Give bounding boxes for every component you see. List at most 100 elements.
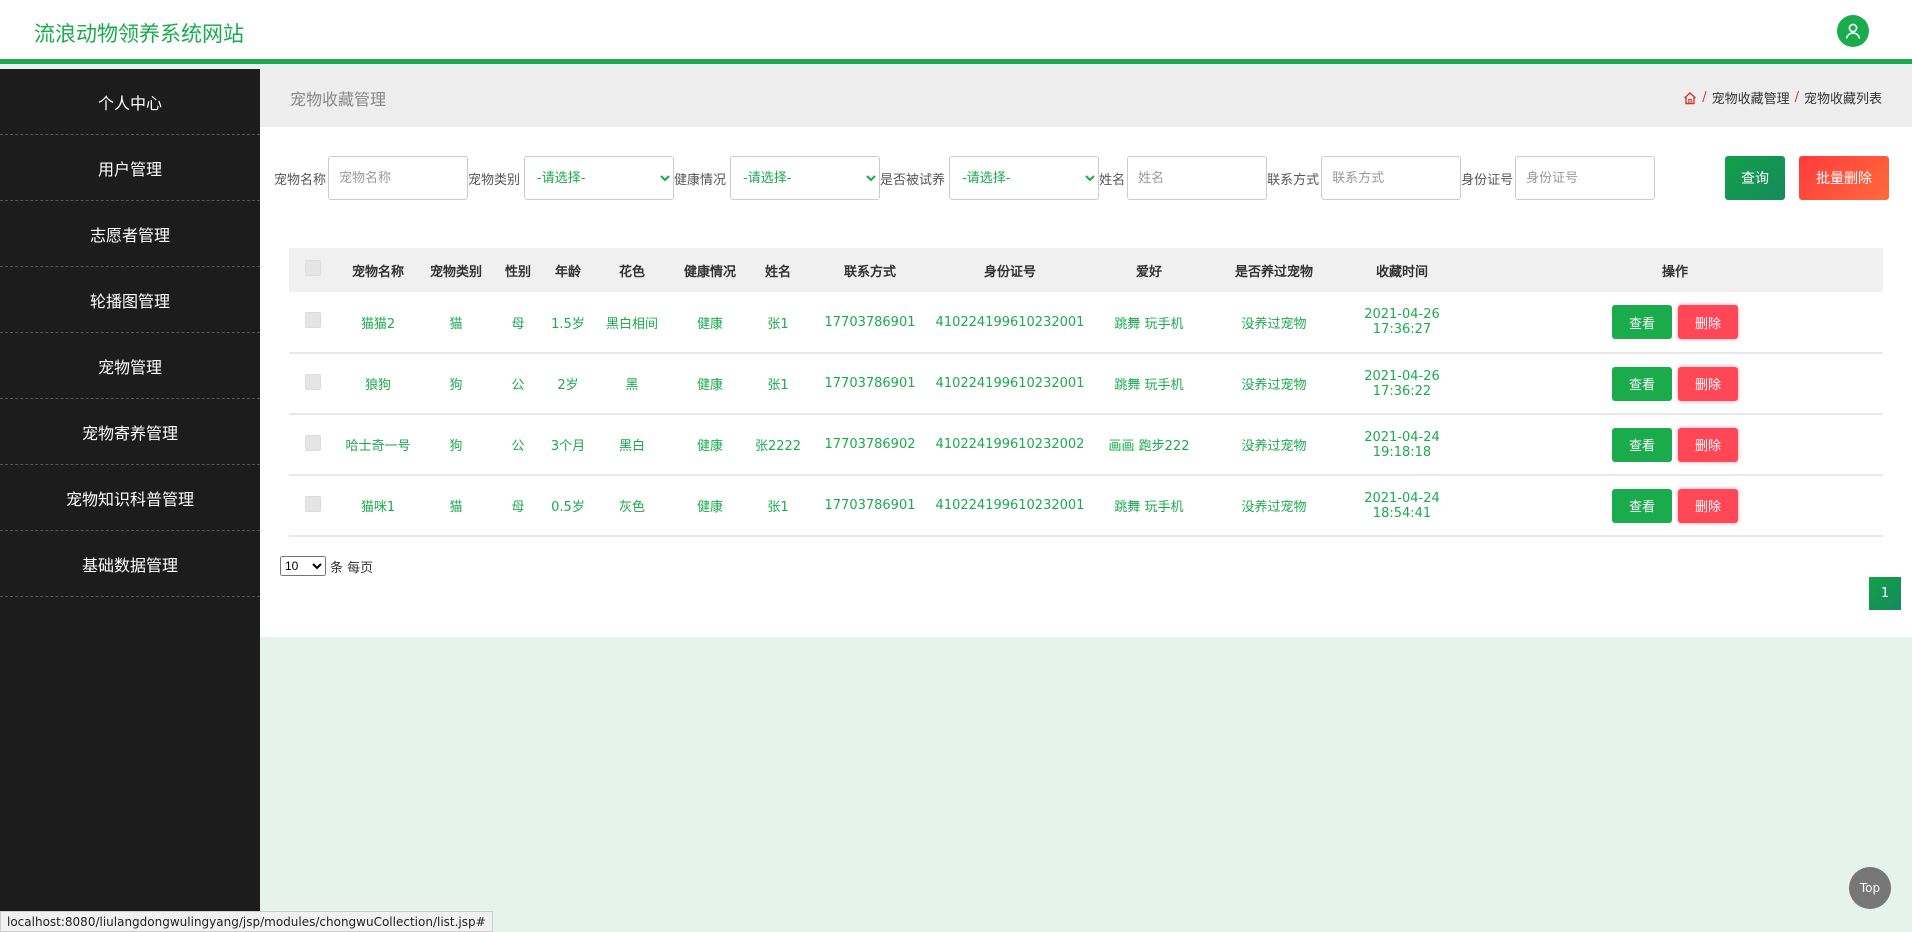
- cell-contact: 17703786901: [824, 376, 916, 391]
- delete-button[interactable]: 删除: [1678, 427, 1738, 462]
- id-number-label: 身份证号: [1461, 172, 1514, 188]
- column-header: 爱好: [1135, 264, 1162, 280]
- column-header: 宠物名称: [351, 264, 404, 280]
- cell-pet-experience: 没养过宠物: [1241, 378, 1307, 393]
- row-checkbox[interactable]: [305, 312, 321, 328]
- cell-gender: 公: [511, 439, 525, 454]
- cell-actions: 查看 删除: [1467, 475, 1883, 536]
- cell-color: 黑白相间: [605, 316, 658, 332]
- trial-select[interactable]: -请选择-: [949, 156, 1100, 200]
- cell-actions: 查看 删除: [1467, 414, 1883, 475]
- view-button[interactable]: 查看: [1612, 488, 1672, 523]
- sidebar-item-volunteer-management[interactable]: 志愿者管理: [0, 201, 260, 267]
- column-header: 联系方式: [843, 264, 896, 280]
- view-button[interactable]: 查看: [1612, 305, 1672, 339]
- page-title: 宠物收藏管理: [290, 90, 387, 109]
- user-avatar[interactable]: [1837, 15, 1869, 47]
- cell-gender: 母: [511, 316, 525, 332]
- pet-type-select[interactable]: -请选择-: [524, 156, 675, 200]
- cell-age: 2岁: [557, 378, 579, 393]
- home-icon[interactable]: [1683, 91, 1697, 105]
- sidebar-item-carousel-management[interactable]: 轮播图管理: [0, 267, 260, 333]
- cell-color: 黑: [625, 378, 639, 393]
- collection-table: 宠物名称 宠物类别 性别 年龄 花色 健康情况 姓名 联系方式 身份证号 爱好 …: [289, 248, 1883, 537]
- column-header: 宠物类别: [429, 264, 482, 280]
- table-row: 哈士奇一号 狗 公 3个月 黑白 健康 张2222 17703786902 41…: [289, 414, 1883, 475]
- cell-id-number: 410224199610232001: [935, 314, 1085, 330]
- cell-pet-experience: 没养过宠物: [1241, 439, 1307, 454]
- cell-name: 张1: [767, 316, 789, 332]
- search-form: 宠物名称 宠物类别 -请选择- 健康情况 -请选择- 是否被试养 -请选择- 姓…: [274, 156, 1656, 200]
- row-checkbox[interactable]: [305, 495, 321, 512]
- cell-pet-experience: 没养过宠物: [1241, 500, 1307, 515]
- cell-name: 张2222: [754, 439, 802, 454]
- user-icon: [1845, 23, 1861, 39]
- query-button[interactable]: 查询: [1725, 156, 1785, 200]
- cell-contact: 17703786902: [824, 437, 916, 452]
- top-bar: 流浪动物领养系统网站: [0, 0, 1912, 64]
- cell-pet-type: 猫: [449, 316, 463, 332]
- table-row: 狼狗 狗 公 2岁 黑 健康 张1 17703786901 4102241996…: [289, 353, 1883, 414]
- cell-actions: 查看 删除: [1467, 353, 1883, 414]
- table-row: 猫咪1 猫 母 0.5岁 灰色 健康 张1 17703786901 410224…: [289, 475, 1883, 536]
- cell-name: 张1: [767, 378, 789, 393]
- cell-hobby: 跳舞 玩手机: [1114, 316, 1184, 332]
- cell-collect-time: 2021-04-24 18:54:41: [1364, 490, 1440, 521]
- breadcrumb: / 宠物收藏管理 / 宠物收藏列表: [1683, 88, 1882, 107]
- view-button[interactable]: 查看: [1612, 366, 1672, 401]
- column-header: 身份证号: [983, 264, 1036, 280]
- name-input[interactable]: [1127, 156, 1268, 200]
- page-number-button[interactable]: 1: [1869, 577, 1901, 610]
- back-to-top-button[interactable]: Top: [1849, 867, 1891, 909]
- sidebar-item-personal-center[interactable]: 个人中心: [0, 69, 260, 135]
- table-header-row: 宠物名称 宠物类别 性别 年龄 花色 健康情况 姓名 联系方式 身份证号 爱好 …: [289, 248, 1883, 292]
- cell-id-number: 410224199610232001: [935, 376, 1085, 391]
- breadcrumb-separator: /: [1702, 90, 1707, 105]
- cell-color: 黑白: [618, 439, 645, 454]
- batch-delete-button[interactable]: 批量删除: [1799, 156, 1889, 200]
- row-checkbox[interactable]: [305, 373, 321, 390]
- contact-label: 联系方式: [1267, 172, 1320, 188]
- trial-label: 是否被试养: [880, 172, 946, 188]
- sidebar-item-pet-knowledge-management[interactable]: 宠物知识科普管理: [0, 465, 260, 531]
- cell-age: 0.5岁: [551, 500, 585, 515]
- cell-age: 1.5岁: [551, 316, 585, 332]
- cell-hobby: 跳舞 玩手机: [1114, 500, 1184, 515]
- health-label: 健康情况: [674, 172, 727, 188]
- status-bar-url: localhost:8080/liulangdongwulingyang/jsp…: [0, 911, 493, 932]
- cell-id-number: 410224199610232002: [935, 437, 1085, 452]
- breadcrumb-separator: /: [1794, 90, 1799, 105]
- column-header: 性别: [504, 264, 531, 280]
- select-all-checkbox[interactable]: [305, 260, 321, 276]
- delete-button[interactable]: 删除: [1678, 488, 1738, 523]
- page-size-select[interactable]: 10: [280, 556, 326, 576]
- sidebar-item-basic-data-management[interactable]: 基础数据管理: [0, 531, 260, 597]
- row-checkbox[interactable]: [305, 434, 321, 451]
- contact-input[interactable]: [1321, 156, 1462, 200]
- sidebar-item-user-management[interactable]: 用户管理: [0, 135, 260, 201]
- cell-pet-name: 猫猫2: [360, 316, 396, 332]
- page-header: 宠物收藏管理 / 宠物收藏管理 / 宠物收藏列表: [260, 69, 1912, 127]
- sidebar-item-pet-management[interactable]: 宠物管理: [0, 333, 260, 399]
- cell-contact: 17703786901: [824, 314, 916, 330]
- name-label: 姓名: [1099, 172, 1126, 188]
- view-button[interactable]: 查看: [1612, 427, 1672, 462]
- column-header: 是否养过宠物: [1234, 264, 1313, 280]
- sidebar-item-pet-foster-management[interactable]: 宠物寄养管理: [0, 399, 260, 465]
- delete-button[interactable]: 删除: [1678, 366, 1738, 401]
- health-select[interactable]: -请选择-: [730, 156, 881, 200]
- cell-contact: 17703786901: [824, 498, 916, 513]
- delete-button[interactable]: 删除: [1678, 305, 1738, 339]
- cell-pet-name: 哈士奇一号: [345, 439, 411, 454]
- cell-pet-type: 狗: [449, 439, 463, 454]
- sidebar: 个人中心 用户管理 志愿者管理 轮播图管理 宠物管理 宠物寄养管理 宠物知识科普…: [0, 69, 260, 932]
- pet-name-label: 宠物名称: [274, 172, 327, 188]
- breadcrumb-item-collection-management[interactable]: 宠物收藏管理: [1712, 88, 1790, 107]
- cell-actions: 查看 删除: [1467, 292, 1883, 353]
- id-number-input[interactable]: [1515, 156, 1656, 200]
- pet-type-label: 宠物类别: [468, 172, 521, 188]
- pet-name-input[interactable]: [328, 156, 469, 200]
- app-title: 流浪动物领养系统网站: [34, 22, 244, 46]
- cell-hobby: 跳舞 玩手机: [1114, 378, 1184, 393]
- table-row: 猫猫2 猫 母 1.5岁 黑白相间 健康 张1 17703786901 4102…: [289, 292, 1883, 353]
